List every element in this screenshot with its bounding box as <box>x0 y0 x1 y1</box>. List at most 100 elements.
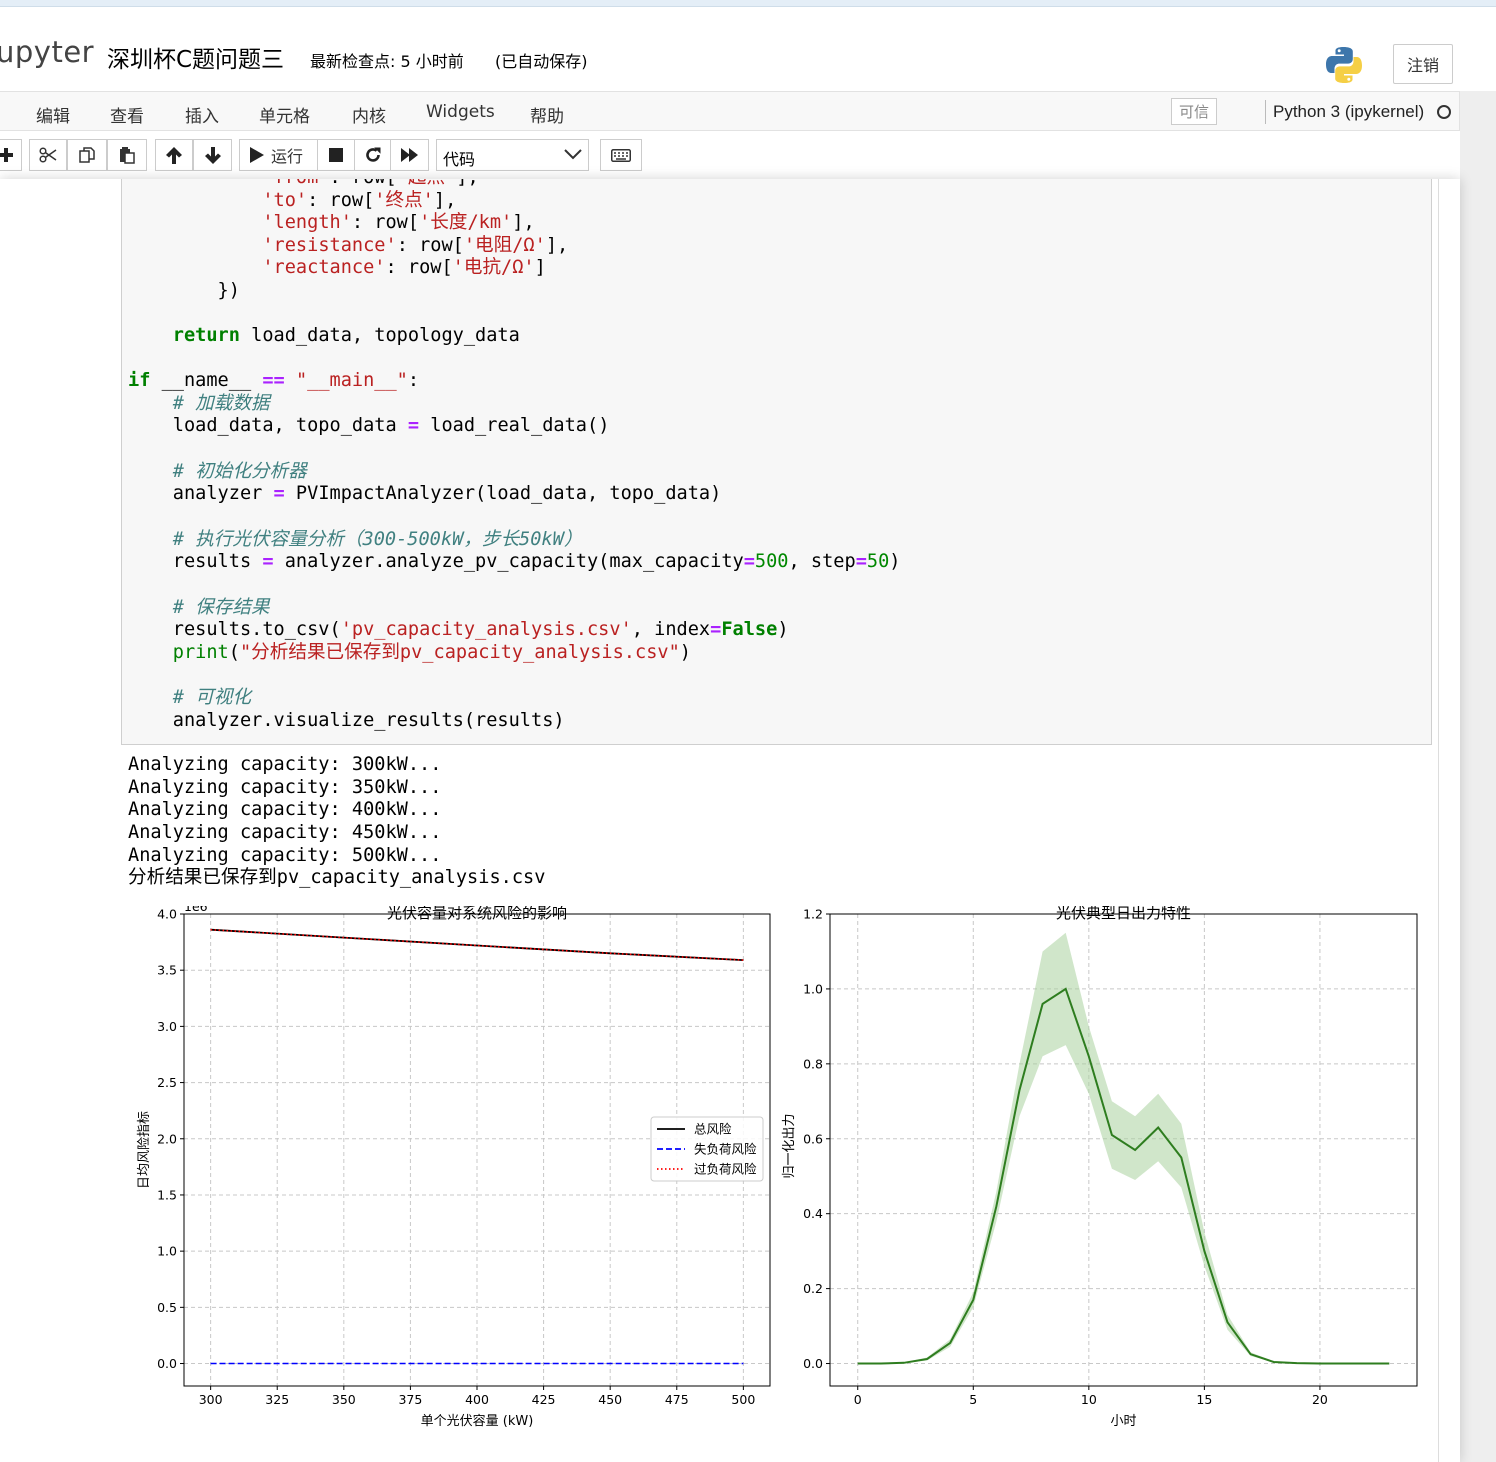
run-all-button[interactable] <box>390 139 429 171</box>
notebook-title[interactable]: 深圳杯C题问题三 <box>107 40 284 74</box>
trusted-indicator[interactable]: 可信 <box>1171 98 1217 125</box>
autosave-status: (已自动保存) <box>495 52 588 71</box>
move-up-button[interactable] <box>155 139 193 171</box>
y-tick-label: 1.2 <box>803 907 823 922</box>
y-tick-label: 0.6 <box>803 1131 823 1146</box>
y-tick-label: 3.5 <box>157 963 177 978</box>
code-line: return load_data, topology_data <box>172 325 520 346</box>
y-tick-label: 1.0 <box>803 981 823 996</box>
output-line: Analyzing capacity: 350kW... <box>128 777 442 798</box>
kernel-separator <box>1265 100 1266 124</box>
legend-label-0: 总风险 <box>694 1122 732 1137</box>
code-line: results.to_csv('pv_capacity_analysis.csv… <box>128 619 789 640</box>
plus-icon <box>0 148 13 162</box>
keyboard-icon <box>611 148 631 162</box>
code-editor[interactable]: 'from': row['起点'], 'to': row['终点'], 'len… <box>128 179 900 731</box>
x-tick-label: 0 <box>854 1392 862 1407</box>
x-tick-label: 475 <box>665 1392 689 1407</box>
output-figure: 300 325 350 375 400 425 450 475 500 0.0 0.5 1.0 1.5 2… <box>137 906 1418 1429</box>
copy-button[interactable] <box>67 139 107 171</box>
y-tick-label: 4.0 <box>157 907 177 922</box>
x-tick-label: 15 <box>1196 1392 1212 1407</box>
play-icon <box>250 147 264 163</box>
stop-icon <box>329 148 343 162</box>
confidence-band <box>857 932 1390 1364</box>
code-cell[interactable]: 'from': row['起点'], 'to': row['终点'], 'len… <box>121 179 1432 745</box>
arrow-down-icon <box>204 146 221 164</box>
y-tick-label: 0.0 <box>803 1356 823 1371</box>
code-line: # 可视化 <box>172 687 251 708</box>
y-axis-label: 日均风险指标 <box>137 1111 152 1189</box>
legend: 总风险失负荷风险过负荷风险 <box>650 1116 764 1182</box>
code-line: # 执行光伏容量分析（300-500kW，步长50kW） <box>172 529 583 550</box>
menu-view[interactable]: 查看 <box>110 102 144 127</box>
move-down-button[interactable] <box>193 139 232 171</box>
y-tick-label: 3.0 <box>157 1019 177 1034</box>
output-line: Analyzing capacity: 400kW... <box>128 799 442 820</box>
y-tick-label: 0.2 <box>803 1281 823 1296</box>
menu-edit[interactable]: 编辑 <box>36 102 70 127</box>
code-line: 'reactance': row['电抗/Ω'] <box>262 257 546 278</box>
jupyter-logo[interactable]: upyter <box>0 35 94 69</box>
x-tick-label: 375 <box>398 1392 422 1407</box>
y-axis-label: 归一化出力 <box>782 1113 797 1178</box>
command-palette-button[interactable] <box>600 139 642 171</box>
mean-output-line <box>857 987 1390 1365</box>
x-tick-label: 425 <box>532 1392 556 1407</box>
run-button[interactable]: 运行 <box>239 139 318 171</box>
code-line: load_data, topo_data = load_real_data() <box>128 415 610 436</box>
cut-button[interactable] <box>29 139 67 171</box>
y-tick-label: 2.5 <box>157 1075 177 1090</box>
code-line: 'length': row['长度/km'], <box>262 212 535 233</box>
output-line: 分析结果已保存到pv_capacity_analysis.csv <box>128 867 546 888</box>
notebook-container: 'from': row['起点'], 'to': row['终点'], 'len… <box>0 179 1460 1462</box>
x-axis-label: 小时 <box>1110 1414 1136 1429</box>
pv-output-chart: 0 5 10 15 20 0.0 0.2 0.4 0.6 0.8 1.0 1.2 光伏典型日出力特性小时… <box>782 906 1418 1429</box>
kernel-name[interactable]: Python 3 (ipykernel) <box>1273 102 1424 122</box>
interrupt-button[interactable] <box>317 139 355 171</box>
copy-icon <box>79 146 95 163</box>
python-logo-icon <box>1326 47 1362 83</box>
scrollbar[interactable] <box>1438 179 1439 1462</box>
x-tick-label: 20 <box>1312 1392 1328 1407</box>
menu-help[interactable]: 帮助 <box>530 102 564 127</box>
code-line: 'to': row['终点'], <box>262 189 457 211</box>
menu-widgets[interactable]: Widgets <box>426 102 495 122</box>
restart-icon <box>365 147 380 162</box>
y-tick-label: 0.5 <box>157 1300 177 1315</box>
toolbar: 运行 代码 <box>0 131 1460 179</box>
code-line: # 保存结果 <box>172 597 270 618</box>
code-line: if __name__ == "__main__": <box>128 370 420 391</box>
code-line: # 初始化分析器 <box>172 461 307 482</box>
output-line: Analyzing capacity: 450kW... <box>128 822 442 843</box>
browser-top-strip <box>0 0 1496 7</box>
code-line: }) <box>128 279 240 301</box>
arrow-up-icon <box>166 146 182 164</box>
paste-icon <box>120 146 135 164</box>
x-tick-label: 350 <box>332 1392 356 1407</box>
run-label: 运行 <box>271 147 304 166</box>
checkpoint-status: 最新检查点: 5 小时前 <box>310 52 464 71</box>
code-line: 'from': row['起点'], <box>128 179 478 189</box>
x-tick-label: 450 <box>598 1392 622 1407</box>
menu-bar: 编辑 查看 插入 单元格 内核 Widgets 帮助 可信 Python 3 (… <box>0 91 1460 131</box>
menu-cell[interactable]: 单元格 <box>259 102 310 127</box>
cell-type-value: 代码 <box>443 150 476 169</box>
y-tick-label: 1.5 <box>157 1187 177 1202</box>
code-line: 'resistance': row['电阻/Ω'], <box>262 234 569 256</box>
output-line: Analyzing capacity: 500kW... <box>128 845 442 866</box>
cell-type-select[interactable]: 代码 <box>436 139 589 171</box>
fast-forward-icon <box>400 148 418 162</box>
code-line: print("分析结果已保存到pv_capacity_analysis.csv"… <box>172 642 691 663</box>
legend-label-1: 失负荷风险 <box>694 1142 757 1157</box>
logout-button[interactable]: 注销 <box>1393 44 1453 84</box>
output-line: Analyzing capacity: 300kW... <box>128 754 442 775</box>
menu-insert[interactable]: 插入 <box>185 102 219 127</box>
x-axis-label: 单个光伏容量 (kW) <box>421 1413 534 1429</box>
restart-button[interactable] <box>354 139 391 171</box>
add-cell-button[interactable] <box>0 139 22 171</box>
y-tick-label: 2.0 <box>157 1131 177 1146</box>
menu-kernel[interactable]: 内核 <box>352 102 386 127</box>
code-line: analyzer = PVImpactAnalyzer(load_data, t… <box>128 483 722 504</box>
paste-button[interactable] <box>107 139 147 171</box>
